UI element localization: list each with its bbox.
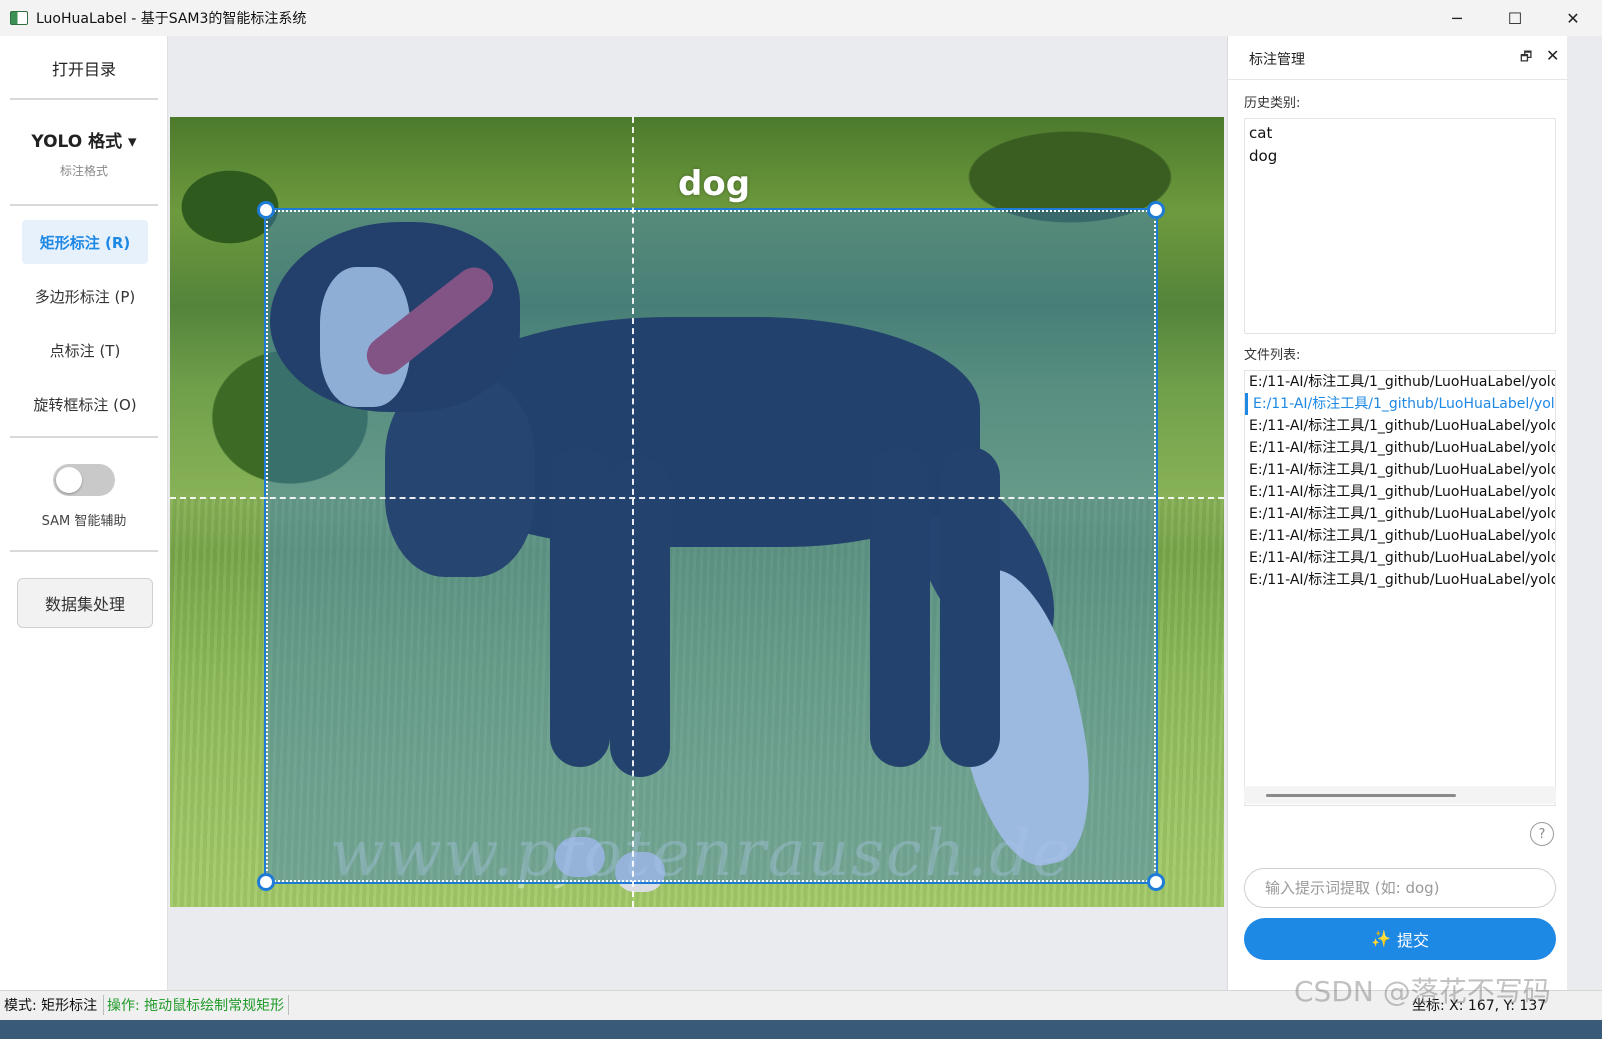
submit-button-label: 提交 [1396, 933, 1429, 950]
class-item[interactable]: cat [1249, 122, 1551, 145]
minimize-button[interactable]: ─ [1428, 0, 1486, 36]
divider [10, 204, 158, 206]
left-toolbar: 打开目录 YOLO 格式 ▾ 标注格式 矩形标注 (R) 多边形标注 (P) 点… [0, 36, 168, 1010]
float-panel-icon[interactable]: 🗗 [1520, 48, 1532, 70]
file-item-selected[interactable]: E:/11-AI/标注工具/1_github/LuoHuaLabel/yolo [1245, 393, 1555, 415]
annotation-canvas[interactable]: www.pfotenrausch.de dog [168, 36, 1226, 990]
mode-rotated-box-button[interactable]: 旋转框标注 (O) [22, 382, 148, 426]
mode-point-button[interactable]: 点标注 (T) [22, 328, 148, 372]
divider [10, 98, 158, 100]
maximize-button[interactable]: ☐ [1486, 0, 1544, 36]
window-controls: ─ ☐ ✕ [1428, 0, 1602, 36]
sam-toggle-caption: SAM 智能辅助 [41, 514, 127, 529]
divider [10, 550, 158, 552]
taskbar-strip [0, 1020, 1602, 1039]
annotation-manager-panel: 标注管理 🗗 ✕ 历史类别: cat dog 文件列表: E:/11-AI/标注… [1227, 36, 1568, 1010]
file-item[interactable]: E:/11-AI/标注工具/1_github/LuoHuaLabel/yolo [1245, 415, 1555, 437]
file-item[interactable]: E:/11-AI/标注工具/1_github/LuoHuaLabel/yolo [1245, 503, 1555, 525]
history-class-list[interactable]: cat dog [1244, 118, 1556, 334]
csdn-watermark: CSDN @落花不写码 [1294, 975, 1551, 1008]
file-item[interactable]: E:/11-AI/标注工具/1_github/LuoHuaLabel/yolo [1245, 525, 1555, 547]
file-item[interactable]: E:/11-AI/标注工具/1_github/LuoHuaLabel/yolo [1245, 569, 1555, 591]
file-item[interactable]: E:/11-AI/标注工具/1_github/LuoHuaLabel/yolo [1245, 437, 1555, 459]
app-icon [10, 11, 28, 25]
file-item[interactable]: E:/11-AI/标注工具/1_github/LuoHuaLabel/yolo [1245, 547, 1555, 569]
crosshair-horizontal [170, 497, 1224, 499]
dataset-processing-button[interactable]: 数据集处理 [17, 578, 153, 628]
crosshair-vertical [632, 117, 634, 907]
resize-handle-top-right[interactable] [1147, 201, 1165, 219]
resize-handle-bottom-left[interactable] [257, 873, 275, 891]
format-select[interactable]: YOLO 格式 ▾ [10, 124, 158, 154]
history-classes-label: 历史类别: [1244, 96, 1301, 111]
window-title: LuoHuaLabel - 基于SAM3的智能标注系统 [36, 11, 307, 27]
title-bar: LuoHuaLabel - 基于SAM3的智能标注系统 ─ ☐ ✕ [0, 0, 1602, 36]
scrollbar-thumb[interactable] [1266, 794, 1456, 797]
file-list[interactable]: E:/11-AI/标注工具/1_github/LuoHuaLabel/yolo … [1244, 370, 1556, 806]
format-caption: 标注格式 [59, 164, 108, 178]
status-mode: 模式: 矩形标注 [4, 995, 105, 1015]
sam-toggle[interactable] [53, 464, 115, 496]
resize-handle-bottom-right[interactable] [1147, 873, 1165, 891]
file-item[interactable]: E:/11-AI/标注工具/1_github/LuoHuaLabel/yolo [1245, 371, 1555, 393]
open-directory-button[interactable]: 打开目录 [10, 48, 158, 88]
mode-rect-button[interactable]: 矩形标注 (R) [22, 220, 148, 264]
file-item[interactable]: E:/11-AI/标注工具/1_github/LuoHuaLabel/yolo [1245, 481, 1555, 503]
panel-title: 标注管理 [1249, 52, 1305, 68]
sparkle-icon: ✨ [1371, 931, 1391, 948]
class-item[interactable]: dog [1249, 145, 1551, 168]
close-button[interactable]: ✕ [1544, 0, 1602, 36]
mode-polygon-button[interactable]: 多边形标注 (P) [22, 274, 148, 318]
resize-handle-top-left[interactable] [257, 201, 275, 219]
bounding-box[interactable] [264, 208, 1158, 884]
panel-header: 标注管理 🗗 ✕ [1228, 36, 1568, 80]
file-list-horizontal-scrollbar[interactable] [1244, 786, 1556, 804]
submit-button[interactable]: ✨ 提交 [1244, 918, 1556, 960]
help-icon[interactable]: ? [1530, 822, 1554, 846]
bounding-box-label: dog [678, 164, 751, 204]
close-panel-icon[interactable]: ✕ [1546, 46, 1559, 65]
status-hint: 操作: 拖动鼠标绘制常规矩形 [107, 995, 290, 1015]
file-list-label: 文件列表: [1244, 348, 1301, 363]
prompt-input[interactable] [1244, 868, 1556, 908]
divider [10, 436, 158, 438]
file-item[interactable]: E:/11-AI/标注工具/1_github/LuoHuaLabel/yolo [1245, 459, 1555, 481]
toggle-knob [56, 467, 82, 493]
